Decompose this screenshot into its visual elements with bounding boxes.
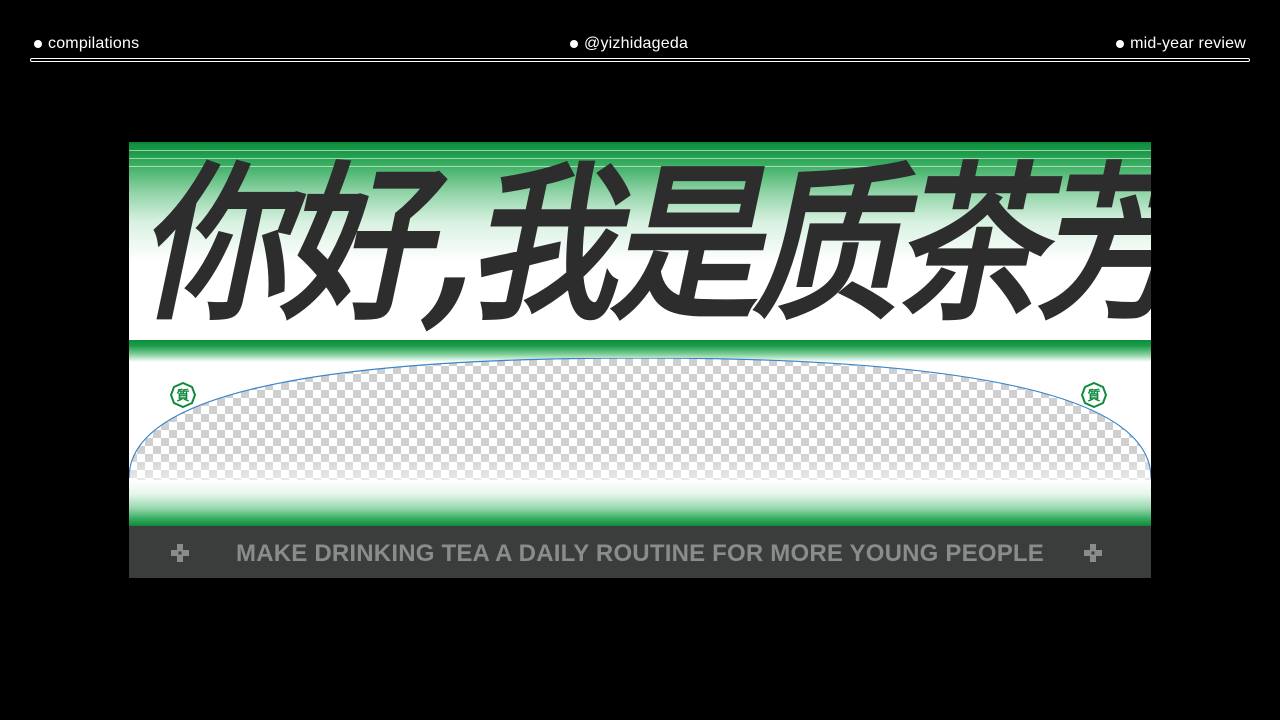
seal-icon: 質: [170, 382, 196, 408]
header-divider: [30, 58, 1250, 62]
bullet-dot-icon: [1116, 40, 1125, 48]
cross-icon: [1084, 544, 1102, 562]
page: compilations @yizhidageda mid-year revie…: [0, 0, 1280, 720]
tagline-bar: MAKE DRINKING TEA A DAILY ROUTINE FOR MO…: [129, 526, 1151, 578]
seal-glyph: 質: [176, 388, 189, 404]
banner: 你好,我是质茶芳芳 質 質 MAKE DRINKING TEA A DAILY …: [129, 142, 1151, 578]
header-right-label: mid-year review: [1130, 35, 1246, 52]
bottom-green-band: [129, 480, 1151, 526]
header-center-label: @yizhidageda: [584, 35, 689, 52]
header-center[interactable]: @yizhidageda: [570, 35, 688, 53]
headline: 你好,我是质茶芳芳: [129, 145, 1151, 344]
bullet-dot-icon: [570, 40, 578, 48]
header-left-label: compilations: [48, 35, 140, 52]
seal-icon: 質: [1081, 382, 1107, 408]
tagline: MAKE DRINKING TEA A DAILY ROUTINE FOR MO…: [236, 540, 1044, 567]
seal-glyph: 質: [1087, 388, 1100, 404]
header-left[interactable]: compilations: [34, 35, 139, 53]
top-header: compilations @yizhidageda mid-year revie…: [30, 32, 1250, 66]
bullet-dot-icon: [34, 40, 42, 48]
header-right[interactable]: mid-year review: [1116, 35, 1246, 53]
